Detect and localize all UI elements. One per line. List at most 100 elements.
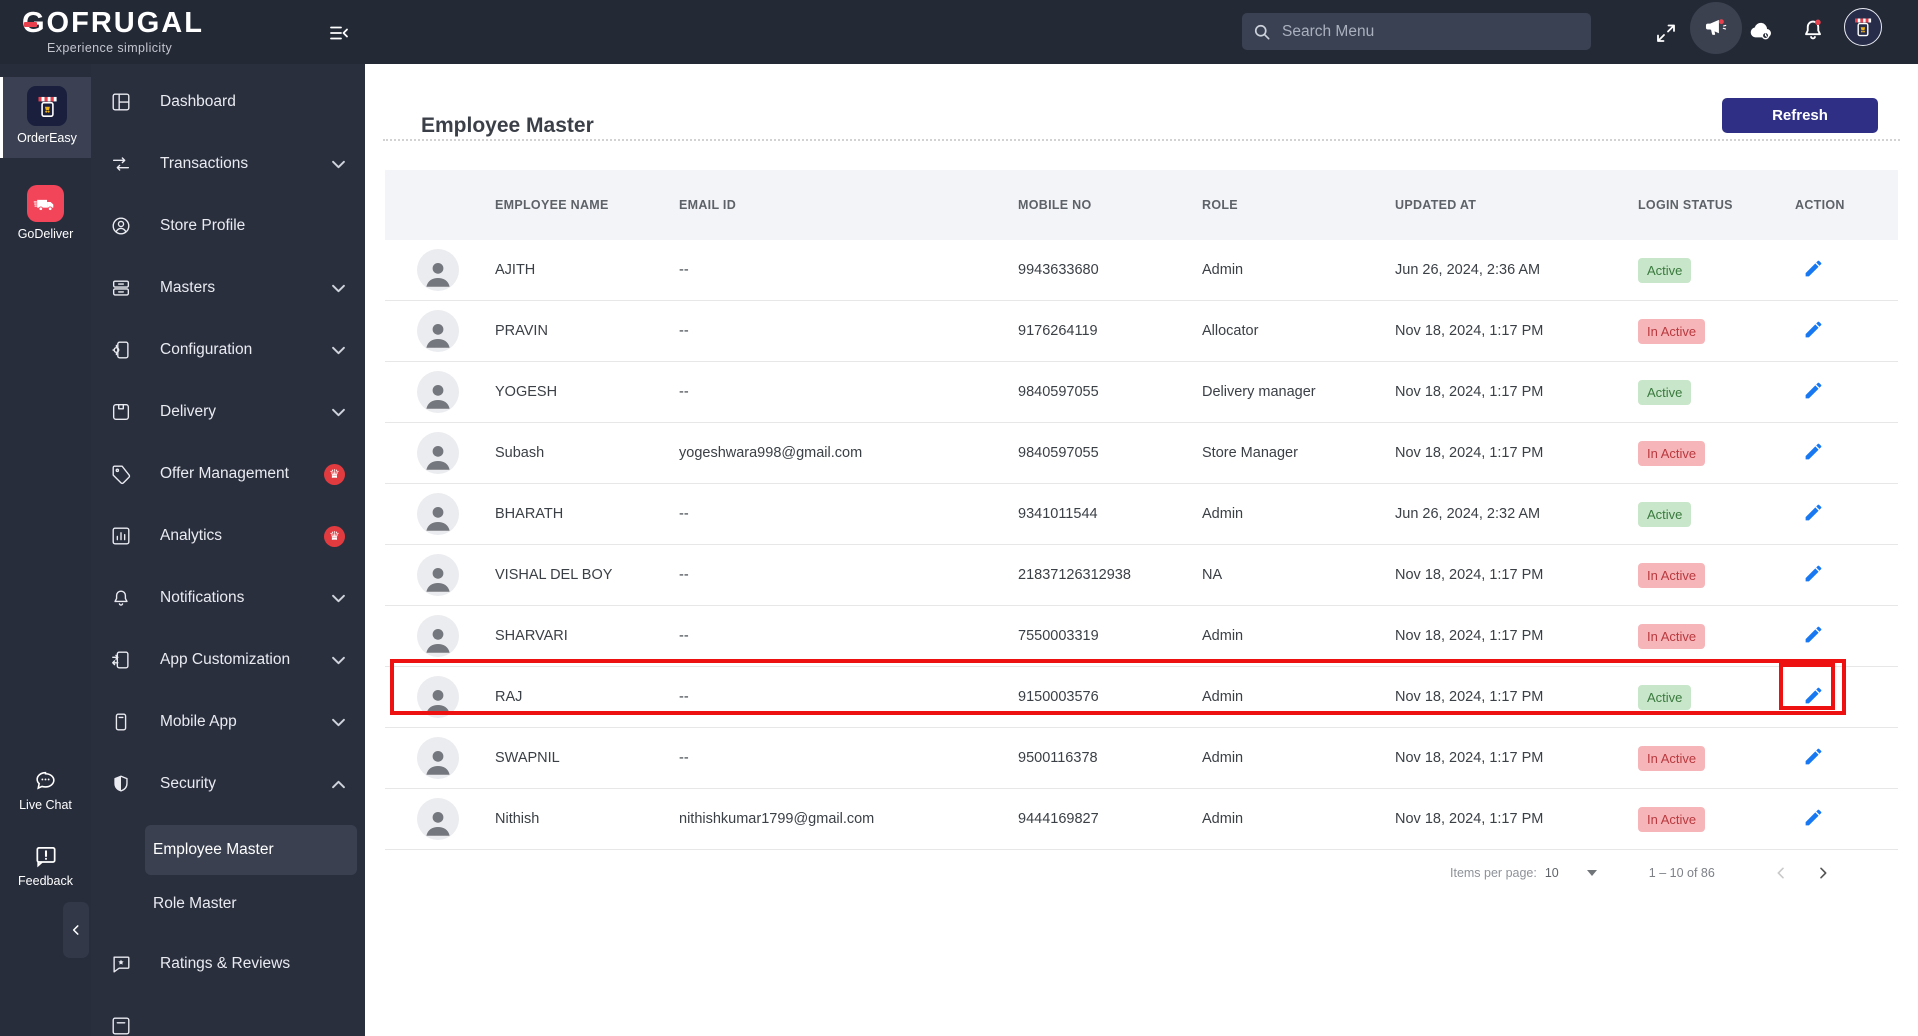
edit-button[interactable]	[1803, 441, 1824, 462]
cell-email: --	[679, 323, 689, 339]
sidebar-item-transactions[interactable]: Transactions	[91, 133, 365, 195]
sidebar-subitem-role-master[interactable]: Role Master	[145, 875, 357, 933]
person-avatar-icon	[426, 689, 450, 714]
sidebar-item-security[interactable]: Security	[91, 753, 365, 815]
feedback-button[interactable]: Feedback	[0, 843, 91, 888]
avatar	[385, 676, 495, 718]
sidebar-item-store-profile[interactable]: Store Profile	[91, 195, 365, 257]
edit-button[interactable]	[1803, 380, 1824, 401]
offer-management-icon	[112, 465, 131, 485]
cell-role: Admin	[1202, 750, 1244, 766]
status-badge: In Active	[1638, 623, 1706, 649]
menu-fold-icon[interactable]	[322, 20, 356, 46]
sidebar-item-configuration[interactable]: Configuration	[91, 319, 365, 381]
store-profile-icon	[112, 217, 130, 235]
edit-pencil-icon	[1805, 321, 1822, 337]
sidebar-item-item[interactable]	[91, 995, 365, 1036]
cell-email: --	[679, 506, 689, 522]
cell-mobile: 7550003319	[1018, 628, 1099, 644]
cell-employee-name: RAJ	[495, 689, 523, 705]
cell-employee-name: VISHAL DEL BOY	[495, 567, 613, 583]
pagination-next-button[interactable]	[1815, 865, 1831, 881]
app-customization-icon	[112, 651, 129, 669]
search-input[interactable]	[1280, 21, 1581, 42]
rail-app-label: OrderEasy	[17, 131, 77, 145]
search-box[interactable]	[1242, 13, 1591, 50]
rail-app-label: GoDeliver	[17, 227, 74, 241]
cell-mobile: 9341011544	[1018, 506, 1098, 522]
cell-action	[1795, 441, 1898, 466]
cell-role: Admin	[1202, 689, 1244, 705]
chevron-up-icon	[332, 780, 345, 788]
cell-updated-at: Jun 26, 2024, 2:36 AM	[1395, 262, 1541, 278]
edit-pencil-icon	[1805, 626, 1822, 642]
live-chat-button[interactable]: Live Chat	[0, 768, 91, 812]
edit-button[interactable]	[1803, 319, 1824, 340]
cell-email: --	[679, 384, 689, 400]
sidebar-item-ratings-reviews[interactable]: Ratings & Reviews	[91, 933, 365, 995]
sidebar-item-mobile-app[interactable]: Mobile App	[91, 691, 365, 753]
sidebar-item-offer-management[interactable]: Offer Management ♛	[91, 443, 365, 505]
sidebar-item-notifications[interactable]: Notifications	[91, 567, 365, 629]
cloud-sync-icon[interactable]	[1744, 15, 1778, 47]
ordereasy-store-icon	[27, 86, 67, 126]
edit-button[interactable]	[1803, 624, 1824, 645]
edit-button[interactable]	[1803, 685, 1824, 706]
sidebar-item-label: Dashboard	[160, 93, 236, 110]
cell-mobile: 9176264119	[1018, 323, 1098, 339]
store-avatar-icon[interactable]	[1844, 8, 1882, 46]
column-header-email-id: EMAIL ID	[679, 198, 737, 212]
pagination: Items per page: 10 1 – 10 of 86	[1450, 858, 1831, 888]
cell-employee-name: AJITH	[495, 262, 536, 278]
page-title: Employee Master	[421, 114, 594, 138]
column-header-employee-name: EMPLOYEE NAME	[495, 198, 609, 212]
cell-mobile: 9943633680	[1018, 262, 1099, 278]
status-badge: In Active	[1638, 440, 1706, 466]
edit-button[interactable]	[1803, 563, 1824, 584]
edit-button[interactable]	[1803, 746, 1824, 767]
edit-pencil-icon	[1805, 748, 1822, 764]
sidebar-item-delivery[interactable]: Delivery	[91, 381, 365, 443]
live-chat-icon	[36, 771, 55, 790]
edit-pencil-icon	[1805, 443, 1822, 459]
chevron-down-icon	[332, 346, 345, 354]
cell-role: Allocator	[1202, 323, 1259, 339]
rail-app-ordereasy[interactable]: OrderEasy	[0, 77, 91, 158]
sidebar-subitem-employee-master[interactable]: Employee Master	[145, 825, 357, 875]
chevron-down-icon	[332, 594, 345, 602]
godeliver-truck-icon	[27, 185, 64, 222]
dashboard-icon	[112, 93, 130, 111]
sidebar-item-analytics[interactable]: Analytics ♛	[91, 505, 365, 567]
items-per-page-caret-icon[interactable]	[1586, 870, 1597, 876]
pagination-prev-button[interactable]	[1773, 865, 1789, 881]
announcement-button[interactable]	[1690, 2, 1742, 54]
avatar	[385, 615, 495, 657]
edit-button[interactable]	[1803, 258, 1824, 279]
sidebar-collapse-button[interactable]	[63, 902, 89, 958]
notification-bell-icon[interactable]	[1798, 14, 1828, 46]
cell-action	[1795, 563, 1898, 588]
avatar	[385, 249, 495, 291]
chevron-down-icon	[332, 718, 345, 726]
sidebar-item-label: Configuration	[160, 341, 253, 358]
rail-app-godeliver[interactable]: GoDeliver	[0, 176, 91, 248]
cell-login-status: Active	[1638, 379, 1795, 405]
cell-email: --	[679, 567, 689, 583]
sidebar: Dashboard Transactions Store Profile Master…	[91, 64, 365, 1036]
items-per-page-value[interactable]: 10	[1545, 866, 1559, 880]
column-header-updated-at: UPDATED AT	[1395, 198, 1477, 212]
edit-button[interactable]	[1803, 807, 1824, 828]
fullscreen-icon[interactable]	[1652, 19, 1680, 47]
edit-pencil-icon	[1805, 382, 1822, 398]
sidebar-item-masters[interactable]: Masters	[91, 257, 365, 319]
cell-role: NA	[1202, 567, 1223, 583]
logo-g-dash	[24, 22, 37, 27]
refresh-button[interactable]: Refresh	[1722, 98, 1878, 133]
chevron-right-icon	[1819, 867, 1827, 879]
table-row-pravin: PRAVIN -- 9176264119 Allocator Nov 18, 2024,…	[385, 301, 1898, 362]
sidebar-item-app-customization[interactable]: App Customization	[91, 629, 365, 691]
sidebar-item-dashboard[interactable]: Dashboard	[91, 71, 365, 133]
logo-text: GOFRUGAL	[22, 7, 204, 39]
edit-button[interactable]	[1803, 502, 1824, 523]
feedback-label: Feedback	[18, 874, 73, 888]
